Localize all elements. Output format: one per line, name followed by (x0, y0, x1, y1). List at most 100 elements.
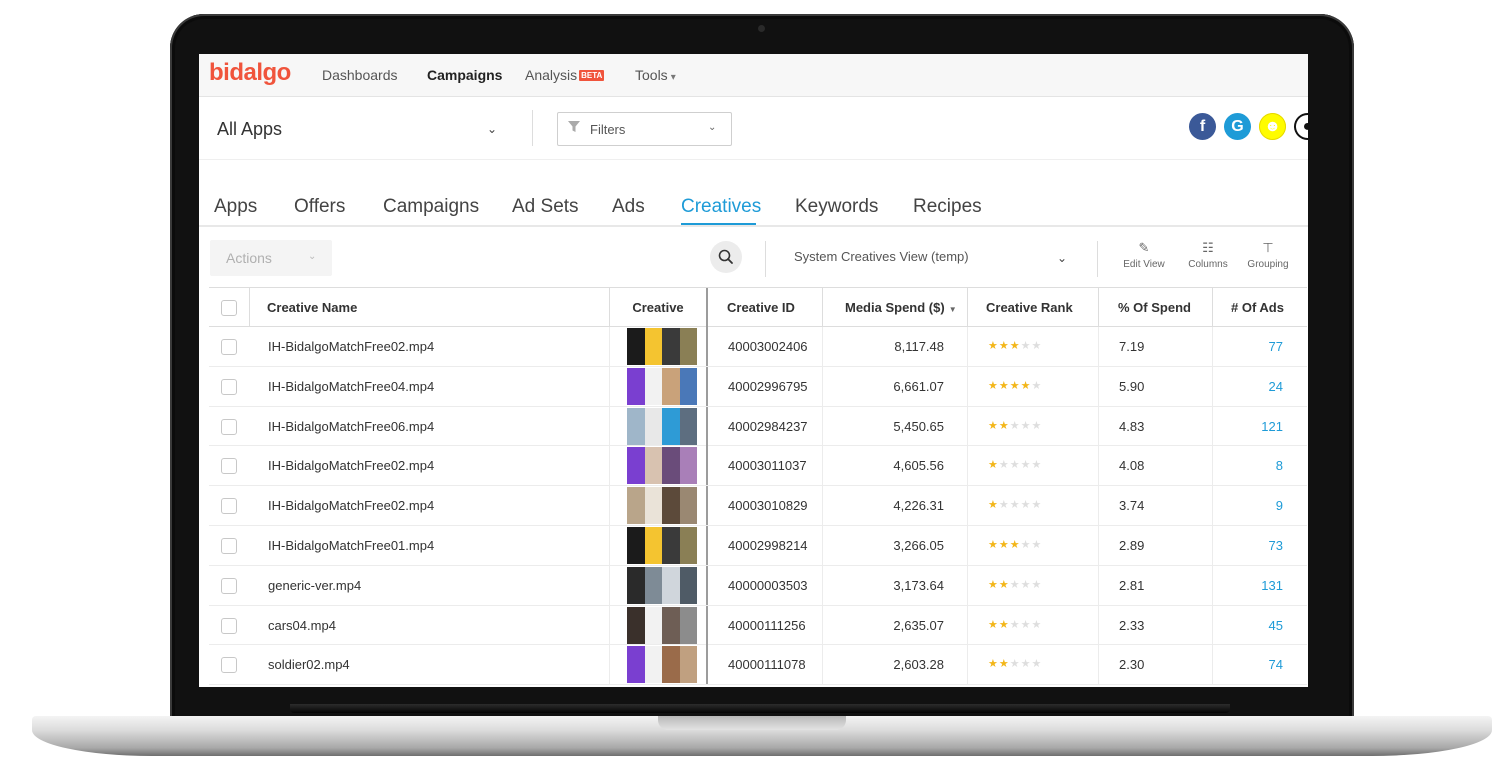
edit-view-button[interactable]: ✎ Edit View (1114, 240, 1174, 270)
media-spend-cell: 3,173.64 (823, 565, 968, 605)
creative-name-cell[interactable]: IH-BidalgoMatchFree06.mp4 (250, 406, 610, 446)
num-ads-link[interactable]: 121 (1213, 407, 1307, 446)
search-button[interactable] (710, 241, 742, 273)
tab-keywords[interactable]: Keywords (795, 196, 878, 218)
col-creative[interactable]: Creative (610, 288, 708, 327)
row-checkbox[interactable] (221, 339, 237, 355)
row-checkbox[interactable] (221, 418, 237, 435)
num-ads-link[interactable]: 74 (1213, 645, 1307, 684)
creative-thumbnail[interactable] (627, 487, 697, 525)
num-ads-link[interactable]: 77 (1213, 327, 1307, 366)
creative-name-cell[interactable]: IH-BidalgoMatchFree02.mp4 (250, 486, 610, 526)
star-icon: ★ (988, 499, 999, 512)
snapchat-icon[interactable]: ☻ (1259, 113, 1286, 140)
star-icon: ★ (1009, 419, 1021, 432)
facebook-icon[interactable]: f (1189, 113, 1216, 140)
table-row[interactable]: IH-BidalgoMatchFree02.mp4 40003002406 8,11… (209, 327, 1307, 367)
col-media-spend[interactable]: Media Spend ($) ▼ (823, 288, 968, 327)
chevron-down-icon[interactable]: ⌄ (487, 122, 497, 136)
row-select-cell (209, 327, 250, 366)
creative-rank-cell: ★★★★★ (968, 486, 1099, 526)
creative-thumbnail[interactable] (627, 407, 697, 445)
creative-id-cell: 40002996795 (709, 366, 823, 406)
table-row[interactable]: soldier02.mp4 40000111078 2,603.28 ★★★★★ 2.3… (209, 645, 1307, 686)
table-row[interactable]: IH-BidalgoMatchFree04.mp4 40002996795 6,66… (209, 366, 1307, 407)
creative-name-cell[interactable]: IH-BidalgoMatchFree02.mp4 (250, 446, 610, 486)
pct-of-spend-cell: 5.90 (1099, 366, 1213, 406)
col-creative-rank[interactable]: Creative Rank (968, 288, 1099, 327)
row-checkbox[interactable] (221, 537, 237, 554)
num-ads-link[interactable]: 24 (1213, 367, 1307, 406)
star-icon: ★ (988, 618, 999, 631)
creative-name-cell[interactable]: IH-BidalgoMatchFree04.mp4 (250, 366, 610, 406)
tab-recipes[interactable]: Recipes (913, 196, 982, 218)
row-checkbox[interactable] (221, 378, 237, 395)
creative-thumbnail[interactable] (627, 606, 697, 644)
media-spend-cell: 3,266.05 (823, 525, 968, 565)
tab-ad-sets[interactable]: Ad Sets (512, 196, 579, 218)
row-checkbox[interactable] (221, 458, 237, 475)
app-selector[interactable]: All Apps (217, 119, 282, 140)
num-ads-link[interactable]: 45 (1213, 606, 1307, 645)
star-icon: ★ (998, 340, 1010, 352)
creative-name-cell[interactable]: cars04.mp4 (250, 605, 610, 645)
apple-icon[interactable]: ● (1294, 113, 1308, 140)
columns-button[interactable]: ☷ Columns (1178, 240, 1238, 270)
filters-dropdown[interactable]: Filters ⌄ (557, 112, 732, 146)
view-selector[interactable]: System Creatives View (temp) (794, 249, 969, 264)
grouping-button[interactable]: ⊤ Grouping (1238, 240, 1298, 270)
google-icon[interactable]: G (1224, 113, 1251, 140)
num-ads-link[interactable]: 9 (1213, 486, 1307, 525)
tab-offers[interactable]: Offers (294, 196, 345, 218)
num-ads-link[interactable]: 73 (1213, 526, 1307, 565)
bidalgo-logo[interactable]: bidalgo (209, 59, 291, 87)
tab-ads[interactable]: Ads (612, 196, 645, 218)
creative-thumbnail[interactable] (627, 566, 697, 604)
chevron-down-icon[interactable]: ⌄ (1057, 251, 1067, 265)
tab-creatives[interactable]: Creatives (681, 196, 761, 218)
laptop-hinge (290, 704, 1230, 713)
creative-thumbnail[interactable] (627, 328, 697, 365)
row-checkbox[interactable] (221, 577, 237, 594)
star-icon: ★ (998, 419, 1010, 432)
row-checkbox[interactable] (221, 657, 237, 674)
tab-apps[interactable]: Apps (214, 196, 257, 218)
table-row[interactable]: cars04.mp4 40000111256 2,635.07 ★★★★★ 2.33 45 (209, 605, 1307, 646)
tab-campaigns[interactable]: Campaigns (383, 196, 479, 218)
num-ads-link[interactable]: 8 (1213, 446, 1307, 485)
table-row[interactable]: generic-ver.mp4 40000003503 3,173.64 ★★★★★ 2… (209, 565, 1307, 606)
table-row[interactable]: IH-BidalgoMatchFree06.mp4 40002984237 5,45… (209, 406, 1307, 447)
divider (765, 241, 766, 277)
creative-name-cell[interactable]: soldier02.mp4 (250, 645, 610, 685)
col-creative-name[interactable]: Creative Name (250, 288, 610, 327)
table-row[interactable]: IH-BidalgoMatchFree01.mp4 40002998214 3,26… (209, 525, 1307, 566)
select-all-checkbox[interactable] (221, 300, 237, 316)
row-select-cell (209, 446, 250, 485)
creative-name-cell[interactable]: IH-BidalgoMatchFree01.mp4 (250, 525, 610, 565)
nav-analysis[interactable]: Analysis BETA (525, 67, 605, 83)
creative-thumbnail[interactable] (627, 367, 697, 405)
creative-name-cell[interactable]: IH-BidalgoMatchFree02.mp4 (250, 327, 610, 366)
col-pct-of-spend[interactable]: % Of Spend (1099, 288, 1213, 327)
creative-thumbnail[interactable] (627, 447, 697, 485)
row-checkbox[interactable] (221, 617, 237, 634)
table-row[interactable]: IH-BidalgoMatchFree02.mp4 40003010829 4,22… (209, 486, 1307, 526)
star-icon: ★ (1031, 499, 1043, 512)
star-icon: ★ (1009, 658, 1021, 671)
creative-rank-cell: ★★★★★ (968, 327, 1099, 366)
table-row[interactable]: IH-BidalgoMatchFree02.mp4 40003011037 4,60… (209, 446, 1307, 487)
nav-tools[interactable]: Tools ▾ (635, 67, 676, 83)
creative-thumbnail[interactable] (627, 526, 697, 564)
col-creative-id[interactable]: Creative ID (709, 288, 823, 327)
table-toolbar: Actions ⌄ System Creatives View (temp) ⌄… (199, 229, 1308, 287)
row-checkbox[interactable] (221, 498, 237, 515)
actions-dropdown[interactable]: Actions ⌄ (210, 240, 332, 276)
nav-dashboards[interactable]: Dashboards (322, 67, 398, 83)
col-num-ads[interactable]: # Of Ads (1213, 288, 1307, 327)
creative-thumbnail-cell (610, 525, 708, 565)
creative-name-cell[interactable]: generic-ver.mp4 (250, 565, 610, 605)
nav-campaigns[interactable]: Campaigns (427, 67, 502, 83)
creative-thumbnail[interactable] (627, 646, 697, 684)
nav-tools-label: Tools (635, 67, 668, 83)
num-ads-link[interactable]: 131 (1213, 566, 1307, 605)
